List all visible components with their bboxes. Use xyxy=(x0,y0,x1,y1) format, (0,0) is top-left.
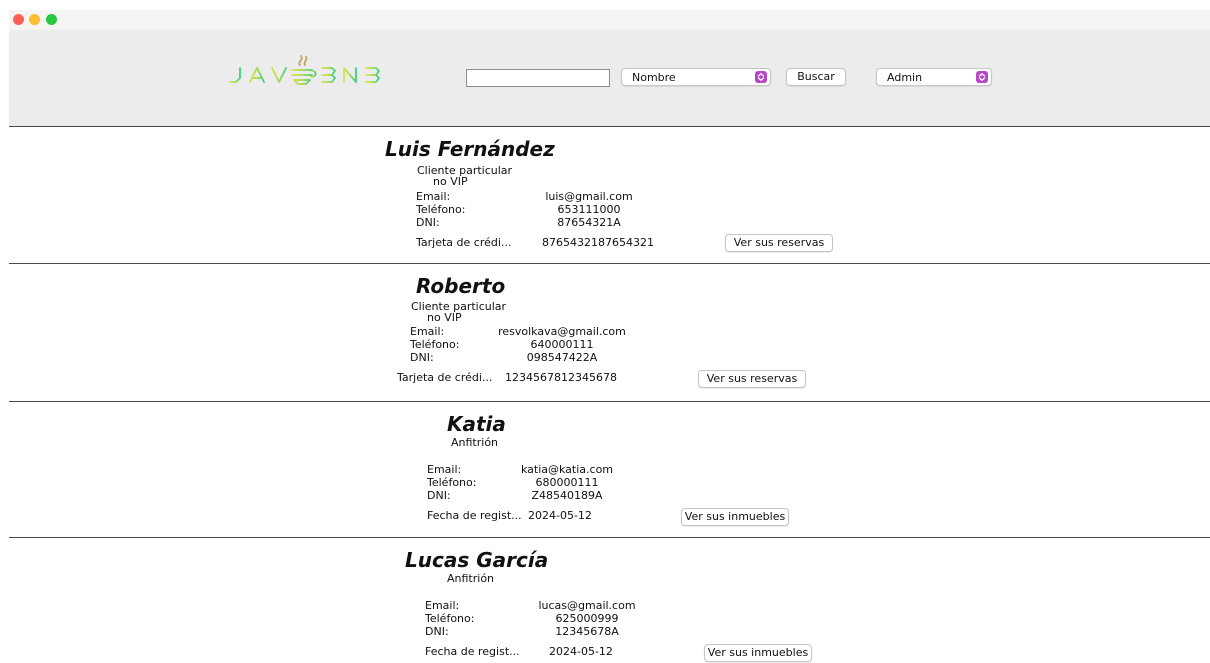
view-properties-button[interactable]: Ver sus inmuebles xyxy=(704,644,812,662)
minimize-window-button[interactable] xyxy=(29,14,40,25)
view-bookings-button[interactable]: Ver sus reservas xyxy=(725,234,833,252)
email-label: Email: xyxy=(427,463,462,476)
email-label: Email: xyxy=(410,325,445,338)
updown-chevron-icon xyxy=(755,71,767,83)
user-name: Katia xyxy=(447,412,506,436)
user-name: Luis Fernández xyxy=(385,137,555,161)
header-toolbar: Nombre Buscar Admin xyxy=(9,30,1210,127)
role-select-value: Admin xyxy=(887,71,923,84)
user-vip-status: no VIP xyxy=(427,311,462,324)
dni-label: DNI: xyxy=(427,489,451,502)
registration-date-value: 2024-05-12 xyxy=(549,645,613,658)
email-value: katia@katia.com xyxy=(520,463,614,476)
dni-label: DNI: xyxy=(416,216,440,229)
view-bookings-button[interactable]: Ver sus reservas xyxy=(698,370,806,388)
user-type: Anfitrión xyxy=(451,436,499,449)
search-filter-select[interactable]: Nombre xyxy=(621,68,771,86)
phone-value: 640000111 xyxy=(530,338,594,351)
phone-value: 680000111 xyxy=(535,476,599,489)
user-type: Anfitrión xyxy=(447,572,495,585)
dni-label: DNI: xyxy=(425,625,449,638)
phone-label: Teléfono: xyxy=(427,476,477,489)
updown-chevron-icon xyxy=(976,71,988,83)
dni-value: 098547422A xyxy=(526,351,598,364)
email-label: Email: xyxy=(416,190,451,203)
card-value: 8765432187654321 xyxy=(542,236,654,249)
search-filter-value: Nombre xyxy=(632,71,676,84)
registration-date-label: Fecha de regist... xyxy=(425,645,520,658)
dni-value: Z48540189A xyxy=(531,489,603,502)
dni-value: 12345678A xyxy=(555,625,619,638)
app-window: Nombre Buscar Admin Luis Fernández Clien… xyxy=(0,0,1210,663)
search-button[interactable]: Buscar xyxy=(786,68,846,86)
user-vip-status: no VIP xyxy=(433,175,468,188)
user-name: Roberto xyxy=(416,274,506,298)
registration-date-value: 2024-05-12 xyxy=(528,509,592,522)
user-card: Luis Fernández Cliente particular no VIP… xyxy=(9,126,1210,263)
role-select[interactable]: Admin xyxy=(876,68,992,86)
email-value: resvolkava@gmail.com xyxy=(498,325,626,338)
maximize-window-button[interactable] xyxy=(46,14,57,25)
phone-label: Teléfono: xyxy=(416,203,466,216)
email-label: Email: xyxy=(425,599,460,612)
dni-label: DNI: xyxy=(410,351,434,364)
email-value: luis@gmail.com xyxy=(545,190,633,203)
email-value: lucas@gmail.com xyxy=(538,599,636,612)
user-name: Lucas García xyxy=(405,548,549,572)
card-label: Tarjeta de crédi... xyxy=(397,371,493,384)
phone-value: 625000999 xyxy=(555,612,619,625)
view-properties-button[interactable]: Ver sus inmuebles xyxy=(681,508,789,526)
search-input[interactable] xyxy=(466,69,610,87)
registration-date-label: Fecha de regist... xyxy=(427,509,522,522)
user-card: Roberto Cliente particular no VIP Email:… xyxy=(9,263,1210,401)
user-card: Lucas García Anfitrión Email: lucas@gmai… xyxy=(9,537,1210,663)
card-value: 1234567812345678 xyxy=(505,371,617,384)
dni-value: 87654321A xyxy=(557,216,621,229)
phone-label: Teléfono: xyxy=(425,612,475,625)
phone-label: Teléfono: xyxy=(410,338,460,351)
phone-value: 653111000 xyxy=(557,203,621,216)
card-label: Tarjeta de crédi... xyxy=(416,236,512,249)
close-window-button[interactable] xyxy=(13,14,24,25)
title-bar xyxy=(9,10,1210,30)
javabnb-logo xyxy=(226,48,396,88)
user-card: Katia Anfitrión Email: katia@katia.com T… xyxy=(9,401,1210,537)
user-list[interactable]: Luis Fernández Cliente particular no VIP… xyxy=(9,126,1210,663)
